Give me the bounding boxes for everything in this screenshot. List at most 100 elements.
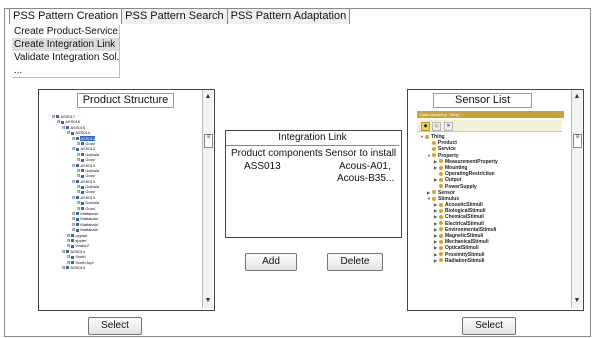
sensor-list-scrollbar[interactable]: ▲ ≡ ▼ [571,90,582,308]
menu-item-create-product-service[interactable]: Create Product-Service... [12,25,119,38]
sensor-list-select-button[interactable]: Select [462,317,516,335]
product-structure-tree[interactable]: ⊟ ASS017 ⊟ ASS016 ⊟ ASS015 ⊟ ASS014 ⊟ ASS013 ⊟ Gunz… [52,114,196,270]
component-icon [71,260,75,264]
component-icon [76,163,80,167]
class-dot-icon [439,258,443,263]
class-node-label: PowerSupply [445,183,477,190]
expand-toggle-icon[interactable]: ⊟ [77,206,80,211]
class-dot-icon [439,184,443,189]
tree-node[interactable]: ⊟ ASS014 [52,265,196,270]
expand-toggle-icon[interactable]: ⊟ [67,243,70,248]
menu-item-more[interactable]: ... [12,64,119,77]
class-node-label: Output [445,177,462,184]
component-icon [61,120,65,124]
expand-toggle-icon[interactable]: ⊟ [67,254,70,259]
expand-toggle-icon[interactable]: ⊟ [72,222,75,227]
component-icon [76,217,80,221]
expand-toggle-icon[interactable]: ⊟ [67,238,70,243]
tree-node-label: Gunz' [85,157,96,163]
component-icon [81,142,85,146]
tree-node-label: ASS013 [80,162,96,168]
expand-toggle-icon[interactable]: ⊟ [77,168,80,173]
expand-toggle-icon[interactable]: ⊟ [72,179,75,184]
scroll-down-arrow-icon[interactable]: ▼ [572,296,582,306]
tab-pss-pattern-creation[interactable]: PSS Pattern Creation [9,8,123,24]
component-icon [76,147,80,151]
expand-toggle-icon[interactable]: ⊟ [67,233,70,238]
tab-bar: PSS Pattern Creation PSS Pattern Search … [9,8,351,24]
expand-toggle-icon[interactable]: ⊟ [62,265,65,270]
expand-toggle-icon[interactable]: ⊟ [77,157,80,162]
tree-node-label: Doktala' [85,200,100,206]
expand-toggle-icon[interactable]: ⊟ [77,141,80,146]
expand-toggle-icon[interactable]: ⊟ [72,163,75,168]
tree-node-label: Doktala' [85,184,100,190]
class-dot-icon [439,165,443,170]
menu-item-validate-integration[interactable]: Validate Integration Sol... [12,51,119,64]
class-node-label: ChemicalStimuli [445,214,484,221]
component-icon [76,223,80,227]
delete-button[interactable]: Delete [327,253,383,271]
product-structure-select-button[interactable]: Select [88,317,142,335]
class-dot-icon [432,190,436,195]
tree-node-label: ASS014 [75,130,91,136]
scroll-thumb[interactable]: ≡ [204,134,213,148]
tree-node-label: ASS015 [70,124,86,130]
expand-toggle-icon[interactable]: ⊟ [62,249,65,254]
tree-node-label: ASS013 [80,194,96,200]
tree-node-label: Gunz' [85,189,96,195]
expand-toggle-icon[interactable]: ⊟ [72,216,75,221]
class-dot-icon [432,140,436,145]
expand-toggle-icon[interactable]: ⊟ [67,260,70,265]
sensor-value-2[interactable]: Acous-B35... [337,173,394,185]
component-icon [56,115,60,119]
expand-toggle-icon[interactable]: ⊟ [77,200,80,205]
class-dot-icon [439,246,443,251]
tree-node-label: ASS014 [70,248,86,254]
class-node-label: BiologicalStimuli [445,208,486,215]
add-subclass-icon[interactable]: ◆ [421,122,430,131]
sensor-value-1[interactable]: Acous-A01, [339,161,391,173]
class-dot-icon [439,239,443,244]
expand-toggle-icon[interactable]: ⊟ [77,173,80,178]
expand-toggle-icon[interactable]: ⊟ [77,184,80,189]
component-value[interactable]: ASS013 [244,161,281,173]
expand-toggle-icon[interactable]: ⊟ [72,195,75,200]
component-icon [66,266,70,270]
delete-class-icon[interactable]: ✕ [444,122,453,131]
expand-toggle-icon[interactable]: ⊟ [62,125,65,130]
menu-item-create-integration-link[interactable]: Create Integration Link [12,38,119,51]
expand-toggle-icon[interactable]: ⊟ [67,130,70,135]
class-dot-icon [439,177,443,182]
expand-toggle-icon[interactable]: ⊟ [72,146,75,151]
sensor-class-tree[interactable]: ▼ Thing Product Service ▼ Property ▶ Measuremen… [420,134,560,264]
class-dot-icon [439,202,443,207]
expand-toggle-icon[interactable]: ⊟ [52,114,55,119]
component-icon [81,158,85,162]
expand-toggle-icon[interactable]: ⊟ [57,119,60,124]
scroll-up-arrow-icon[interactable]: ▲ [572,92,582,102]
class-node-label: EnvironmentalStimuli [445,226,497,233]
component-icon [66,126,70,130]
scroll-down-arrow-icon[interactable]: ▼ [203,296,213,306]
class-node-label: Property [438,152,459,159]
add-sibling-icon[interactable]: ◇ [432,122,441,131]
expand-toggle-icon[interactable]: ⊟ [72,136,75,141]
scroll-thumb[interactable]: ≡ [573,134,582,148]
product-structure-scrollbar[interactable]: ▲ ≡ ▼ [202,90,213,308]
expand-toggle-icon[interactable]: ⊟ [72,227,75,232]
expand-toggle-icon[interactable]: ⊟ [72,211,75,216]
tree-node-label: ASS013 [80,146,96,152]
scroll-up-arrow-icon[interactable]: ▲ [203,92,213,102]
expand-toggle-icon[interactable]: ⊟ [77,152,80,157]
class-node-label: AcousticStimuli [445,202,483,209]
class-node-label: OperatingRestriction [445,171,495,178]
tree-node-label: Mattakala' [80,216,99,222]
component-icon [76,228,80,232]
class-node[interactable]: ▶ RadiationStimuli [420,258,560,264]
expand-toggle-icon[interactable]: ⊟ [77,189,80,194]
tab-pss-pattern-search[interactable]: PSS Pattern Search [121,8,228,24]
add-button[interactable]: Add [245,253,297,271]
class-node-label: RadiationStimuli [445,257,485,264]
tab-pss-pattern-adaptation[interactable]: PSS Pattern Adaptation [226,8,351,24]
